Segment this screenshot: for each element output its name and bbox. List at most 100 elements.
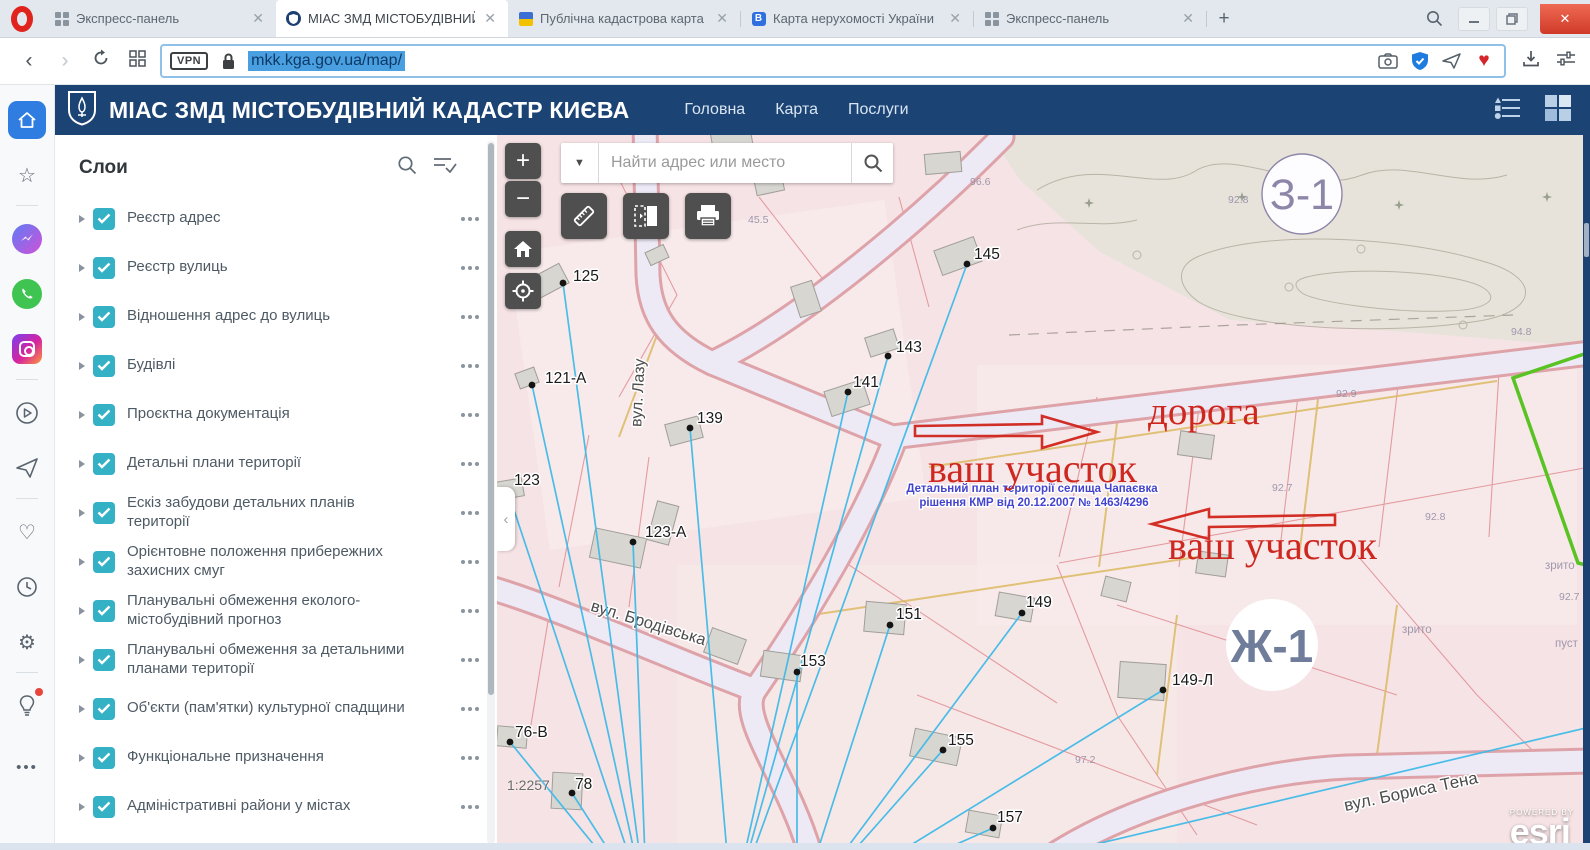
tune-sliders-icon[interactable] [1556, 50, 1576, 73]
layer-row[interactable]: Функціональне призначення [79, 733, 497, 782]
measure-tool-button[interactable] [561, 193, 607, 239]
expand-arrow-icon[interactable] [79, 705, 85, 713]
sidebar-whatsapp-icon[interactable] [8, 275, 46, 313]
map-search-input[interactable] [599, 143, 851, 183]
layer-options-icon[interactable] [461, 707, 479, 711]
layer-options-icon[interactable] [461, 560, 479, 564]
expand-arrow-icon[interactable] [79, 313, 85, 321]
nav-home-link[interactable]: Головна [684, 101, 745, 119]
zoom-out-button[interactable]: − [505, 181, 541, 217]
expand-arrow-icon[interactable] [79, 362, 85, 370]
layer-checkbox[interactable] [93, 502, 115, 524]
bookmark-heart-icon[interactable]: ♥ [1472, 49, 1496, 73]
sidebar-player-icon[interactable] [8, 394, 46, 432]
send-flow-icon[interactable] [1440, 49, 1464, 73]
layer-row[interactable]: Будівлі [79, 341, 497, 390]
speed-dial-grid-icon[interactable] [124, 49, 150, 73]
search-source-dropdown[interactable]: ▼ [561, 143, 599, 183]
expand-arrow-icon[interactable] [79, 215, 85, 223]
new-tab-button[interactable]: + [1207, 0, 1241, 37]
layer-row[interactable]: Орієнтовне положення прибережних захисни… [79, 537, 497, 586]
tab-close-icon[interactable]: ✕ [482, 10, 498, 27]
layer-options-icon[interactable] [461, 805, 479, 809]
layer-options-icon[interactable] [461, 266, 479, 270]
layer-checkbox[interactable] [93, 257, 115, 279]
layer-checkbox[interactable] [93, 796, 115, 818]
expand-arrow-icon[interactable] [79, 607, 85, 615]
sidebar-settings-gear-icon[interactable]: ⚙ [8, 623, 46, 661]
sidebar-bookmarks-star-icon[interactable]: ☆ [8, 156, 46, 194]
layer-row[interactable]: Детальні плани території [79, 439, 497, 488]
layer-checkbox[interactable] [93, 306, 115, 328]
tab-speed-dial-1[interactable]: Экспресс-панель ✕ [44, 0, 276, 37]
zoom-in-button[interactable]: + [505, 143, 541, 179]
layer-options-icon[interactable] [461, 315, 479, 319]
layer-row[interactable]: Реєстр вулиць [79, 243, 497, 292]
tab-close-icon[interactable]: ✕ [1180, 10, 1196, 27]
layer-checkbox[interactable] [93, 649, 115, 671]
downloads-icon[interactable] [1522, 50, 1540, 73]
layer-checkbox[interactable] [93, 208, 115, 230]
sidebar-hints-bulb-icon[interactable] [8, 687, 46, 725]
layer-checkbox[interactable] [93, 404, 115, 426]
expand-arrow-icon[interactable] [79, 411, 85, 419]
expand-arrow-icon[interactable] [79, 803, 85, 811]
home-extent-button[interactable] [505, 231, 541, 267]
vpn-badge[interactable]: VPN [170, 52, 208, 70]
locate-button[interactable] [505, 273, 541, 309]
window-close-button[interactable]: ✕ [1540, 4, 1590, 34]
layer-options-icon[interactable] [461, 658, 479, 662]
layer-options-icon[interactable] [461, 217, 479, 221]
map-canvas[interactable]: З-1 Ж-1 вул. Лазу вул. Бродівська вул. Б… [497, 135, 1590, 850]
tab-speed-dial-2[interactable]: Экспресс-панель ✕ [974, 0, 1206, 37]
expand-arrow-icon[interactable] [79, 509, 85, 517]
layer-row[interactable]: Проєктна документація [79, 390, 497, 439]
tab-close-icon[interactable]: ✕ [947, 10, 963, 27]
nav-services-link[interactable]: Послуги [848, 101, 909, 119]
layer-checkbox[interactable] [93, 698, 115, 720]
sidebar-home-icon[interactable] [8, 101, 46, 139]
layer-options-icon[interactable] [461, 756, 479, 760]
sidebar-instagram-icon[interactable] [8, 330, 46, 368]
layers-scrollbar-thumb[interactable] [488, 143, 494, 695]
back-icon[interactable]: ‹ [16, 49, 42, 73]
layer-checkbox[interactable] [93, 453, 115, 475]
snapshot-camera-icon[interactable] [1376, 49, 1400, 73]
apps-grid-icon[interactable] [1544, 94, 1572, 127]
tab-realty-map[interactable]: B Карта нерухомості України ✕ [741, 0, 973, 37]
panel-collapse-handle[interactable]: ‹ [497, 487, 515, 551]
page-scrollbar[interactable] [1583, 135, 1590, 850]
swipe-layers-button[interactable] [623, 193, 669, 239]
layer-row[interactable]: Реєстр адрес [79, 194, 497, 243]
layer-options-icon[interactable] [461, 462, 479, 466]
legend-list-icon[interactable] [1492, 96, 1522, 125]
sidebar-messenger-icon[interactable] [8, 220, 46, 258]
map-search-button[interactable] [851, 143, 893, 183]
expand-arrow-icon[interactable] [79, 460, 85, 468]
sidebar-favorites-heart-icon[interactable]: ♡ [8, 513, 46, 551]
nav-map-link[interactable]: Карта [775, 101, 818, 119]
reload-icon[interactable] [88, 49, 114, 73]
print-button[interactable] [685, 193, 731, 239]
layers-scrollbar[interactable] [487, 141, 495, 844]
sidebar-history-clock-icon[interactable] [8, 568, 46, 606]
url-text[interactable]: mkk.kga.gov.ua/map/ [248, 51, 405, 71]
window-minimize-button[interactable] [1458, 7, 1490, 31]
tab-close-icon[interactable]: ✕ [714, 10, 730, 27]
sidebar-myflow-icon[interactable] [8, 449, 46, 487]
layers-filter-icon[interactable] [433, 155, 457, 180]
shield-check-icon[interactable] [1408, 49, 1432, 73]
layer-row[interactable]: Планувальні обмеження еколого-містобудів… [79, 586, 497, 635]
expand-arrow-icon[interactable] [79, 558, 85, 566]
layers-search-icon[interactable] [397, 155, 417, 180]
layer-checkbox[interactable] [93, 355, 115, 377]
opera-logo[interactable] [0, 0, 44, 37]
layer-row[interactable]: Планувальні обмеження за детальними план… [79, 635, 497, 684]
forward-icon[interactable]: › [52, 49, 78, 73]
layer-options-icon[interactable] [461, 609, 479, 613]
layer-row[interactable]: Відношення адрес до вулиць [79, 292, 497, 341]
expand-arrow-icon[interactable] [79, 754, 85, 762]
layer-checkbox[interactable] [93, 551, 115, 573]
layer-checkbox[interactable] [93, 747, 115, 769]
expand-arrow-icon[interactable] [79, 264, 85, 272]
